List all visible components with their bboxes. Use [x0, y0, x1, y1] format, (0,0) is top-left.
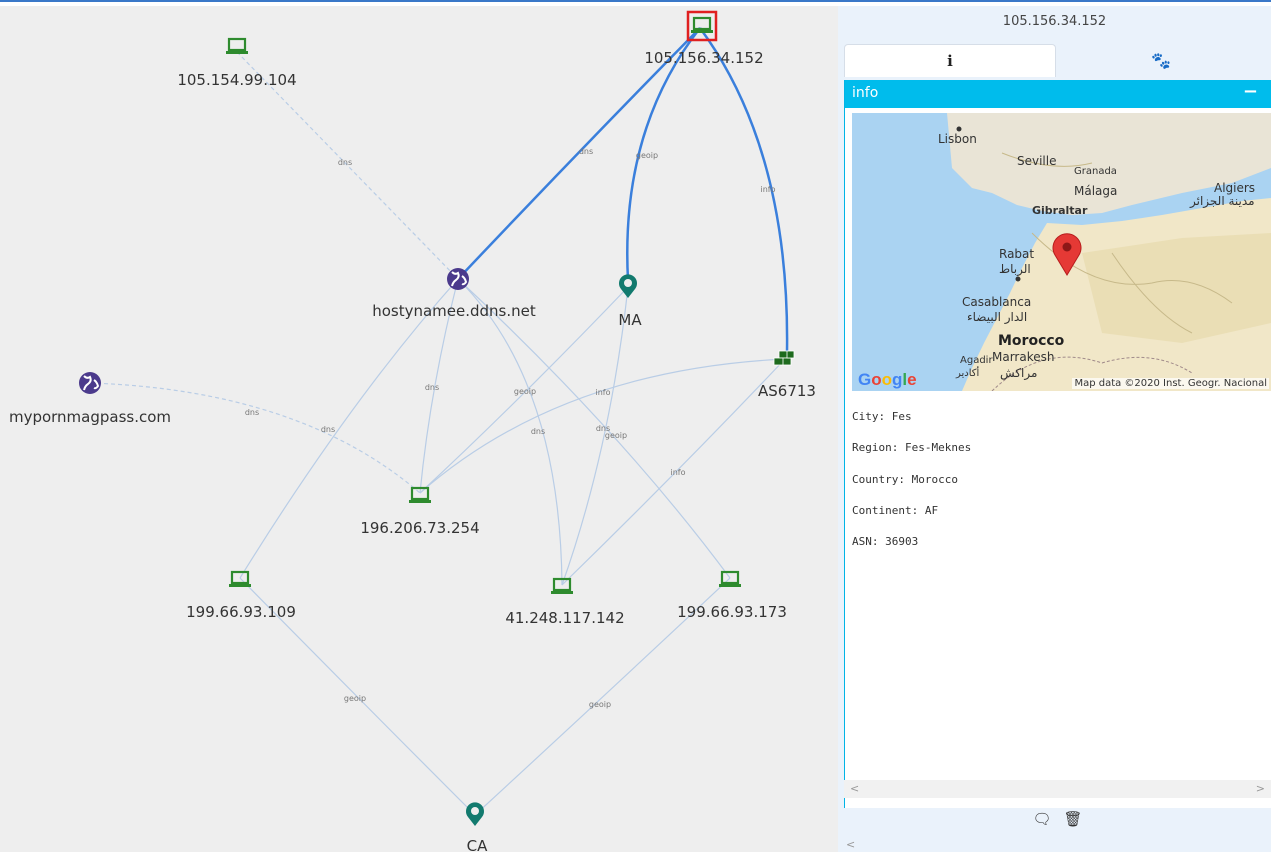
edge-label-geoip: geoip	[589, 700, 611, 709]
edge-hostynamee-41-248[interactable]	[457, 278, 563, 586]
location-pin-icon	[618, 274, 637, 298]
node-label: 41.248.117.142	[505, 609, 624, 627]
info-icon: i	[947, 52, 953, 70]
tab-info[interactable]: i	[844, 44, 1056, 77]
map-svg: Lisbon Seville Granada Málaga Algiers مد…	[938, 113, 1271, 391]
map-label-algiers-ar: مدينة الجزائر	[1189, 194, 1255, 209]
edge-label-geoip: geoip	[636, 151, 658, 160]
node-ca[interactable]: CA	[466, 802, 488, 852]
edge-hostynamee-199-66-93-173[interactable]	[457, 278, 731, 579]
section-title: info	[852, 85, 879, 101]
node-label: 196.206.73.254	[360, 519, 479, 537]
edges-light	[89, 51, 786, 816]
map-label-malaga: Málaga	[1074, 184, 1117, 198]
scroll-right-icon[interactable]: >	[1256, 782, 1265, 795]
map-label-granada: Granada	[1074, 166, 1117, 177]
panel-title: 105.156.34.152	[1002, 14, 1107, 29]
map-label-algiers: Algiers	[1214, 181, 1255, 195]
map-label-marrakesh: Marrakesh	[992, 350, 1054, 364]
panel-footer: 🗨 🗑	[844, 804, 1271, 834]
edge-label-geoip: geoip	[344, 694, 366, 703]
edge-label-dns: dns	[579, 147, 593, 156]
node-label: CA	[467, 837, 488, 852]
map-label-seville: Seville	[1017, 154, 1057, 168]
computer-icon	[229, 570, 251, 587]
trash-icon[interactable]: 🗑	[1064, 810, 1083, 828]
google-logo: Google	[858, 370, 917, 389]
map-label-morocco: Morocco	[998, 333, 1065, 349]
map-label-marrakesh-ar: مراكش	[1000, 366, 1037, 381]
paw-icon: 🐾	[1151, 50, 1171, 70]
node-label: MA	[618, 311, 642, 329]
comment-icon[interactable]: 🗨	[1032, 810, 1051, 828]
node-label: hostynamee.ddns.net	[372, 302, 536, 320]
edge-label-dns: dns	[531, 427, 545, 436]
horizontal-scrollbar[interactable]: < >	[844, 780, 1271, 798]
map-label-gibraltar: Gibraltar	[1032, 204, 1088, 217]
node-label: 199.66.93.173	[677, 603, 787, 621]
edge-mypornmagpass-196-206[interactable]	[89, 382, 421, 494]
edge-label-dns: dns	[425, 383, 439, 392]
map-label-casablanca-ar: الدار البيضاء	[967, 310, 1027, 325]
edge-label-dns: dns	[321, 425, 335, 434]
edge-label-info: info	[760, 185, 775, 194]
graph-canvas[interactable]: dns dns geoip info dns geoip info dns dn…	[0, 6, 838, 852]
collapse-icon[interactable]: −	[1243, 81, 1258, 102]
computer-icon	[719, 570, 741, 587]
fact-continent: Continent: AF	[852, 504, 939, 517]
map-label-agadir-ar: أكادير	[955, 366, 980, 379]
node-label: 105.154.99.104	[177, 71, 296, 89]
location-pin-icon	[466, 802, 484, 826]
node-ma[interactable]: MA	[618, 274, 642, 329]
details-panel: 105.156.34.152 i 🐾 info − Lisbon Seville…	[838, 6, 1271, 852]
node-105-154-99-104[interactable]: 105.154.99.104	[177, 37, 297, 89]
info-section: info − Lisbon Seville Granada Málaga Alg…	[844, 80, 1271, 808]
edge-label-info: info	[595, 388, 610, 397]
edge-label-dns: dns	[245, 408, 259, 417]
edge-label-geoip: geoip	[605, 431, 627, 440]
edge-label-info: info	[670, 468, 685, 477]
computer-icon	[226, 37, 248, 54]
map-attribution[interactable]: Map data ©2020 Inst. Geogr. Nacional	[1072, 378, 1269, 389]
map-region-shade	[1082, 233, 1271, 343]
edge-label-geoip: geoip	[514, 387, 536, 396]
map-label-rabat-ar: الرباط	[999, 262, 1031, 277]
scroll-left-icon[interactable]: <	[846, 838, 855, 851]
location-map[interactable]: Lisbon Seville Granada Málaga Algiers مد…	[852, 113, 1271, 391]
node-label: AS6713	[758, 382, 816, 400]
map-label-lisbon: Lisbon	[938, 132, 977, 146]
globe-icon	[447, 268, 469, 290]
map-label-rabat: Rabat	[999, 247, 1034, 261]
node-label: 199.66.93.109	[186, 603, 296, 621]
node-199-66-93-173[interactable]: 199.66.93.173	[677, 570, 787, 621]
map-dot	[956, 126, 962, 132]
node-105-156-34-152[interactable]: 105.156.34.152	[644, 10, 764, 67]
bottom-scrollbar[interactable]: <	[838, 838, 1271, 852]
globe-icon	[79, 372, 101, 394]
tab-paw[interactable]: 🐾	[1056, 44, 1266, 76]
fact-region: Region: Fes-Meknes	[852, 441, 972, 454]
fact-asn: ASN: 36903	[852, 535, 919, 548]
map-label-casablanca: Casablanca	[962, 295, 1031, 309]
fact-city: City: Fes	[852, 410, 912, 423]
node-196-206-73-254[interactable]: 196.206.73.254	[360, 486, 480, 537]
node-mypornmagpass[interactable]: mypornmagpass.com	[9, 372, 171, 426]
node-label: 105.156.34.152	[644, 49, 763, 67]
node-41-248-117-142[interactable]: 41.248.117.142	[505, 577, 625, 627]
fact-country: Country: Morocco	[852, 473, 958, 486]
graph-svg[interactable]: dns dns geoip info dns geoip info dns dn…	[0, 6, 838, 852]
computer-icon	[691, 16, 713, 33]
node-as6713[interactable]: AS6713	[758, 350, 816, 400]
asn-cubes-icon	[773, 350, 795, 366]
map-dot	[1015, 276, 1021, 282]
node-label: mypornmagpass.com	[9, 408, 171, 426]
info-section-header[interactable]: info −	[845, 80, 1271, 108]
edge-label-dns: dns	[338, 158, 352, 167]
map-label-agadir: Agadir	[960, 355, 993, 366]
scroll-left-icon[interactable]: <	[850, 782, 859, 795]
